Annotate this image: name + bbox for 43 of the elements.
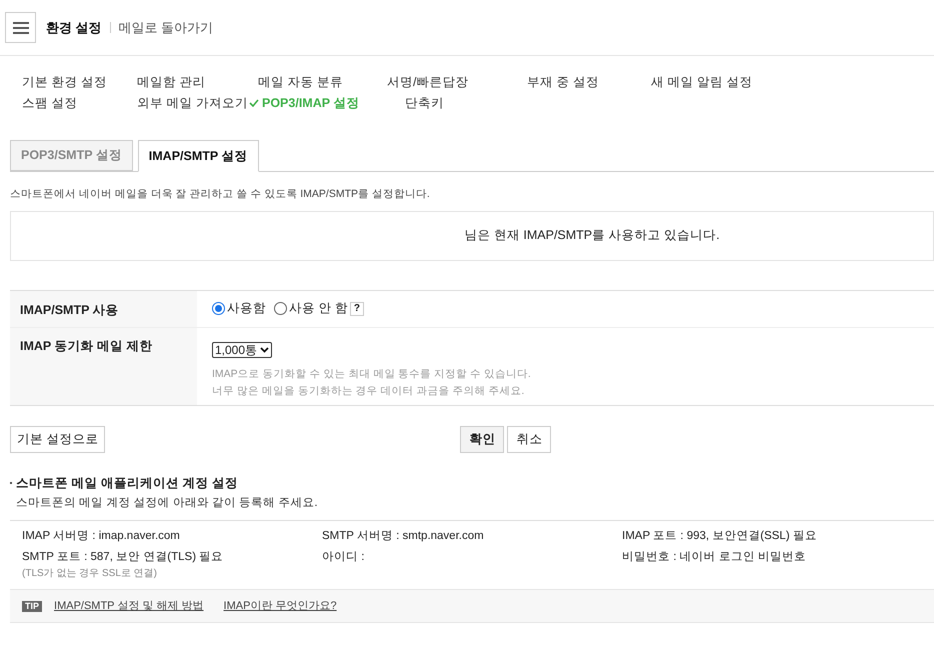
status-message: 님은 현재 IMAP/SMTP를 사용하고 있습니다. [463, 227, 720, 244]
account-info: 비밀번호 : 네이버 로그인 비밀번호 [622, 550, 807, 565]
tip-badge: TIP [22, 600, 42, 612]
dropdown-value: 1,000통 [215, 342, 258, 359]
help-link[interactable]: IMAP이란 무엇인가요? [224, 598, 337, 614]
reset-button[interactable]: 기본 설정으로 [10, 426, 106, 454]
radio-button[interactable] [274, 302, 287, 316]
cancel-button[interactable]: 취소 [507, 426, 552, 454]
settings-menu-item[interactable]: 기본 환경 설정 [22, 73, 137, 91]
account-info: IMAP 서버명 : imap.naver.com [22, 528, 181, 544]
section-title: 스마트폰 메일 애플리케이션 계정 설정 [16, 474, 238, 492]
account-info: 아이디 : [322, 550, 366, 565]
radio-button[interactable] [212, 302, 225, 316]
settings-menu-item[interactable]: 메일함 관리 [137, 73, 258, 91]
help-button[interactable]: ? [350, 302, 364, 316]
settings-menu-item[interactable]: 서명/빠른답장 [387, 73, 527, 91]
radio-option[interactable]: 사용 안 함 [274, 299, 348, 318]
settings-menu-item[interactable]: 스팸 설정 [22, 94, 137, 112]
check-icon [249, 99, 259, 107]
dropdown[interactable]: 1,000통 [212, 342, 272, 358]
account-info: SMTP 서버명 : smtp.naver.com [322, 528, 485, 544]
account-info: SMTP 포트 : 587, 보안 연결(TLS) 필요 [22, 550, 224, 565]
chevron-down-icon [260, 346, 270, 353]
help-link[interactable]: IMAP/SMTP 설정 및 해제 방법 [54, 598, 204, 614]
settings-menu-item[interactable]: 새 메일 알림 설정 [651, 73, 811, 91]
tab[interactable]: IMAP/SMTP 설정 [138, 140, 258, 172]
page-title: 환경 설정 [46, 18, 102, 37]
menu-button[interactable] [5, 12, 36, 43]
settings-menu-item[interactable]: 메일 자동 분류 [258, 73, 387, 91]
radio-option[interactable]: 사용함 [212, 299, 266, 318]
hint-text: IMAP으로 동기화할 수 있는 최대 메일 통수를 지정할 수 있습니다. [212, 366, 531, 382]
account-info: IMAP 포트 : 993, 보안연결(SSL) 필요 [622, 528, 818, 544]
description-text: 스마트폰에서 네이버 메일을 더욱 잘 관리하고 쓸 수 있도록 IMAP/SMTP를 설정합니다. [10, 187, 431, 202]
section-subtitle: 스마트폰의 메일 계정 설정에 아래와 같이 등록해 주세요. [16, 496, 319, 510]
hint-text: 너무 많은 메일을 동기화하는 경우 데이터 과금을 주의해 주세요. [212, 384, 526, 399]
confirm-button[interactable]: 확인 [460, 426, 504, 454]
form-label: IMAP 동기화 메일 제한 [10, 328, 197, 405]
settings-menu-item[interactable]: 단축키 [405, 94, 527, 112]
back-link[interactable]: 메일로 돌아가기 [118, 18, 214, 38]
settings-menu-item[interactable]: 부재 중 설정 [527, 73, 651, 91]
account-note: (TLS가 없는 경우 SSL로 연결) [22, 567, 158, 582]
form-label: IMAP/SMTP 사용 [10, 290, 197, 327]
menu-icon [12, 22, 28, 34]
